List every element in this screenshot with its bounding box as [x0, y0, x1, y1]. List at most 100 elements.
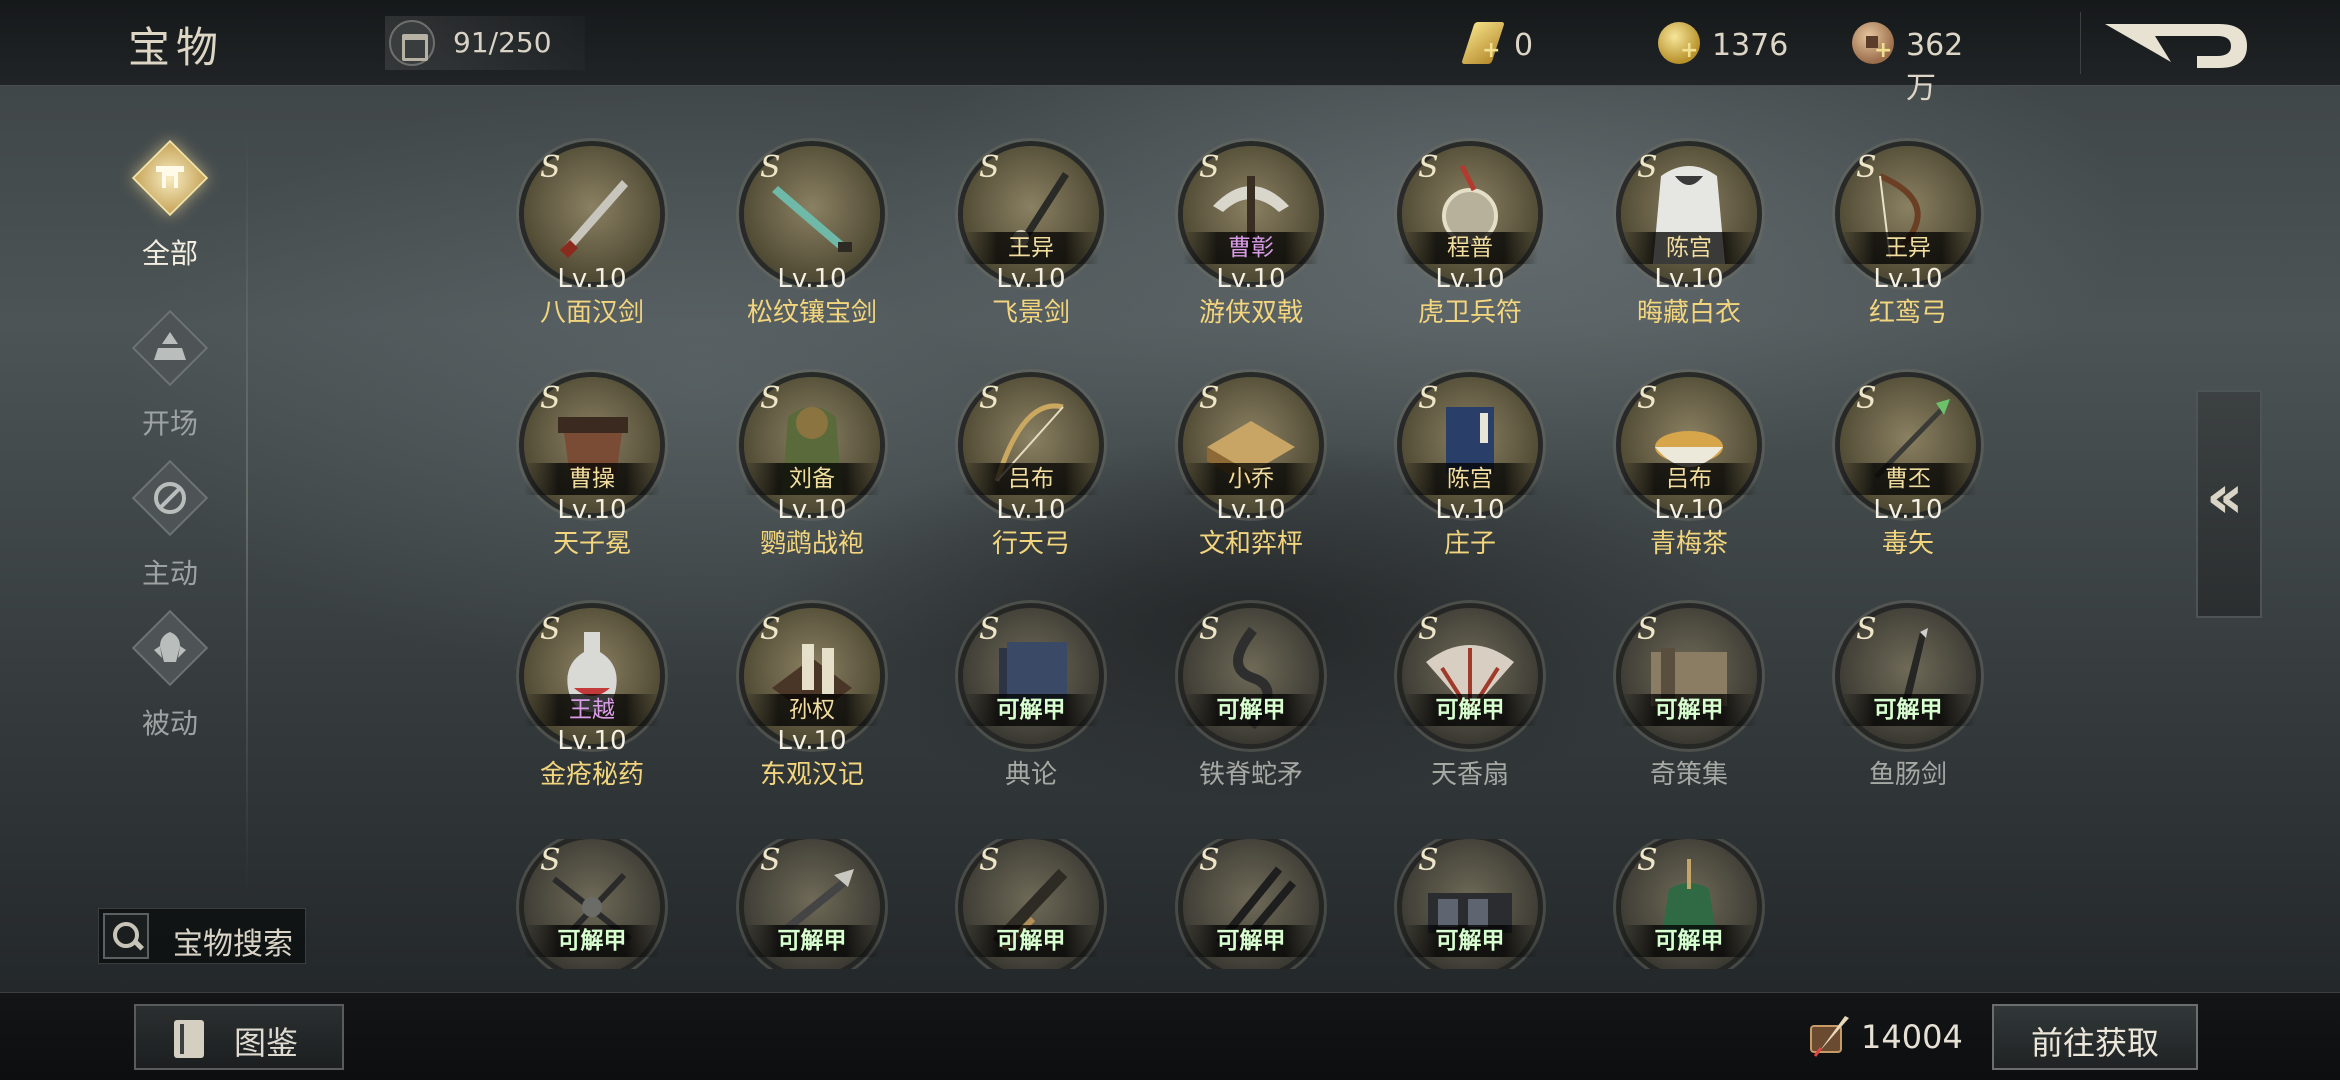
treasure-card[interactable]: S 可解甲天香扇	[1374, 608, 1554, 818]
treasure-card[interactable]: S 曹操 Lv.10 天子冕	[496, 377, 676, 587]
unequip-badge: 可解甲	[744, 925, 880, 957]
all-treasure-icon	[131, 139, 209, 217]
go-obtain-label: 前往获取	[2030, 1024, 2159, 1062]
sidebar-item-active[interactable]: 主动	[110, 459, 230, 590]
catalog-button[interactable]: 图鉴	[134, 1004, 344, 1070]
treasure-card[interactable]: S 王异 Lv.10 红鸾弓	[1812, 146, 1992, 356]
add-copper-icon: +	[1874, 38, 1893, 63]
rank-badge: S	[1199, 150, 1220, 185]
treasure-card[interactable]: S 可解甲典论	[935, 608, 1115, 818]
rank-badge: S	[1199, 843, 1220, 878]
sidebar-item-all[interactable]: 全部	[110, 139, 230, 270]
treasure-card[interactable]: S 可解甲	[1374, 839, 1554, 969]
treasure-card[interactable]: S 可解甲	[935, 839, 1115, 969]
treasure-card[interactable]: S 王异 Lv.10 飞景剑	[935, 146, 1115, 356]
treasure-level: Lv.10	[1216, 264, 1286, 294]
treasure-level: Lv.10	[557, 264, 627, 294]
treasure-card[interactable]: S 吕布 Lv.10 行天弓	[935, 377, 1115, 587]
rank-badge: S	[1418, 150, 1439, 185]
shard-quill-icon	[1810, 1016, 1849, 1057]
rank-badge: S	[1418, 381, 1439, 416]
treasure-card[interactable]: S 王越 Lv.10 金疮秘药	[496, 608, 676, 818]
treasure-card[interactable]: S 可解甲鱼肠剑	[1812, 608, 1992, 818]
sidebar-divider	[246, 125, 248, 895]
page-title: 宝物	[128, 23, 225, 72]
unequip-badge: 可解甲	[1402, 694, 1538, 726]
rank-badge: S	[540, 612, 561, 647]
treasure-card[interactable]: S 小乔 Lv.10 文和弈枰	[1155, 377, 1335, 587]
rank-badge: S	[540, 381, 561, 416]
bottom-bar	[0, 992, 2340, 1080]
treasure-level: Lv.10	[777, 495, 847, 525]
add-gold-icon: +	[1482, 38, 1501, 63]
sidebar-item-passive[interactable]: 被动	[110, 609, 230, 740]
rank-badge: S	[540, 150, 561, 185]
rank-badge: S	[1856, 381, 1877, 416]
treasure-name: 虎卫兵符	[1417, 298, 1522, 328]
owner-label: 程普	[1402, 232, 1538, 264]
treasure-card[interactable]: S 陈宫 Lv.10 庄子	[1374, 377, 1554, 587]
treasure-card[interactable]: S 陈宫 Lv.10 晦藏白衣	[1593, 146, 1773, 356]
sidebar-item-label: 全部	[141, 237, 198, 270]
treasure-level: Lv.10	[1435, 495, 1505, 525]
treasure-card[interactable]: S Lv.10 八面汉剑	[496, 146, 676, 356]
rank-badge: S	[979, 381, 1000, 416]
treasure-capacity-icon	[389, 20, 435, 66]
treasure-name: 铁脊蛇矛	[1198, 760, 1303, 790]
treasure-search-button[interactable]: 宝物搜索	[98, 908, 306, 964]
treasure-level: Lv.10	[777, 726, 847, 756]
rank-badge: S	[1418, 843, 1439, 878]
treasure-level: Lv.10	[557, 495, 627, 525]
unequip-badge: 可解甲	[963, 694, 1099, 726]
unequip-badge: 可解甲	[1840, 694, 1976, 726]
rank-badge: S	[1418, 612, 1439, 647]
yuanbao-value: 1376	[1712, 28, 1789, 63]
owner-label: 陈宫	[1621, 232, 1757, 264]
treasure-name: 飞景剑	[991, 298, 1070, 328]
unequip-badge: 可解甲	[963, 925, 1099, 957]
treasure-card[interactable]: S 刘备 Lv.10 鹦鹉战袍	[716, 377, 896, 587]
treasure-capacity: 91/250	[385, 16, 585, 70]
treasure-name: 典论	[1004, 760, 1057, 790]
rank-badge: S	[1637, 381, 1658, 416]
treasure-card[interactable]: S 可解甲	[1593, 839, 1773, 969]
rank-badge: S	[540, 843, 561, 878]
treasure-card[interactable]: S 曹丕 Lv.10 毒矢	[1812, 377, 1992, 587]
treasure-level: Lv.10	[1654, 264, 1724, 294]
treasure-card[interactable]: S 吕布 Lv.10 青梅茶	[1593, 377, 1773, 587]
owner-label: 曹丕	[1840, 463, 1976, 495]
back-button[interactable]	[2080, 12, 2260, 74]
rank-badge: S	[979, 843, 1000, 878]
treasure-card[interactable]: S 可解甲 铁脊蛇矛	[1155, 608, 1335, 818]
collapse-panel-button[interactable]: ‹‹	[2196, 390, 2262, 618]
go-obtain-button[interactable]: 前往获取	[1992, 1004, 2198, 1070]
owner-label: 曹彰	[1183, 232, 1319, 264]
treasure-card[interactable]: S 曹彰 Lv.10 游侠双戟	[1155, 146, 1335, 356]
rank-badge: S	[979, 612, 1000, 647]
rank-badge: S	[760, 843, 781, 878]
treasure-level: Lv.10	[996, 264, 1066, 294]
rank-badge: S	[760, 612, 781, 647]
treasure-name: 天香扇	[1430, 760, 1509, 790]
treasure-card[interactable]: S 可解甲 奇策集	[1593, 608, 1773, 818]
treasure-card[interactable]: S 可解甲	[496, 839, 676, 969]
rank-badge: S	[1856, 612, 1877, 647]
treasure-card[interactable]: S Lv.10 松纹镶宝剑	[716, 146, 896, 356]
treasure-card[interactable]: S 可解甲	[716, 839, 896, 969]
gold-bar-value: 0	[1514, 28, 1534, 63]
treasure-name: 鱼肠剑	[1868, 760, 1947, 790]
sidebar-item-opening[interactable]: 开场	[110, 309, 230, 440]
add-yuanbao-icon: +	[1680, 38, 1699, 63]
search-icon	[103, 913, 149, 959]
treasure-capacity-value: 91/250	[453, 26, 552, 59]
treasure-card[interactable]: S 程普 Lv.10 虎卫兵符	[1374, 146, 1554, 356]
treasure-name: 天子冕	[552, 529, 631, 559]
treasure-level: Lv.10	[777, 264, 847, 294]
unequip-badge: 可解甲	[1183, 694, 1319, 726]
treasure-card[interactable]: S 孙权 Lv.10 东观汉记	[716, 608, 896, 818]
treasure-card[interactable]: S 可解甲	[1155, 839, 1335, 969]
unequip-badge: 可解甲	[524, 925, 660, 957]
treasure-name: 游侠双戟	[1198, 298, 1303, 328]
owner-label: 王异	[1840, 232, 1976, 264]
treasure-name: 八面汉剑	[539, 298, 644, 328]
